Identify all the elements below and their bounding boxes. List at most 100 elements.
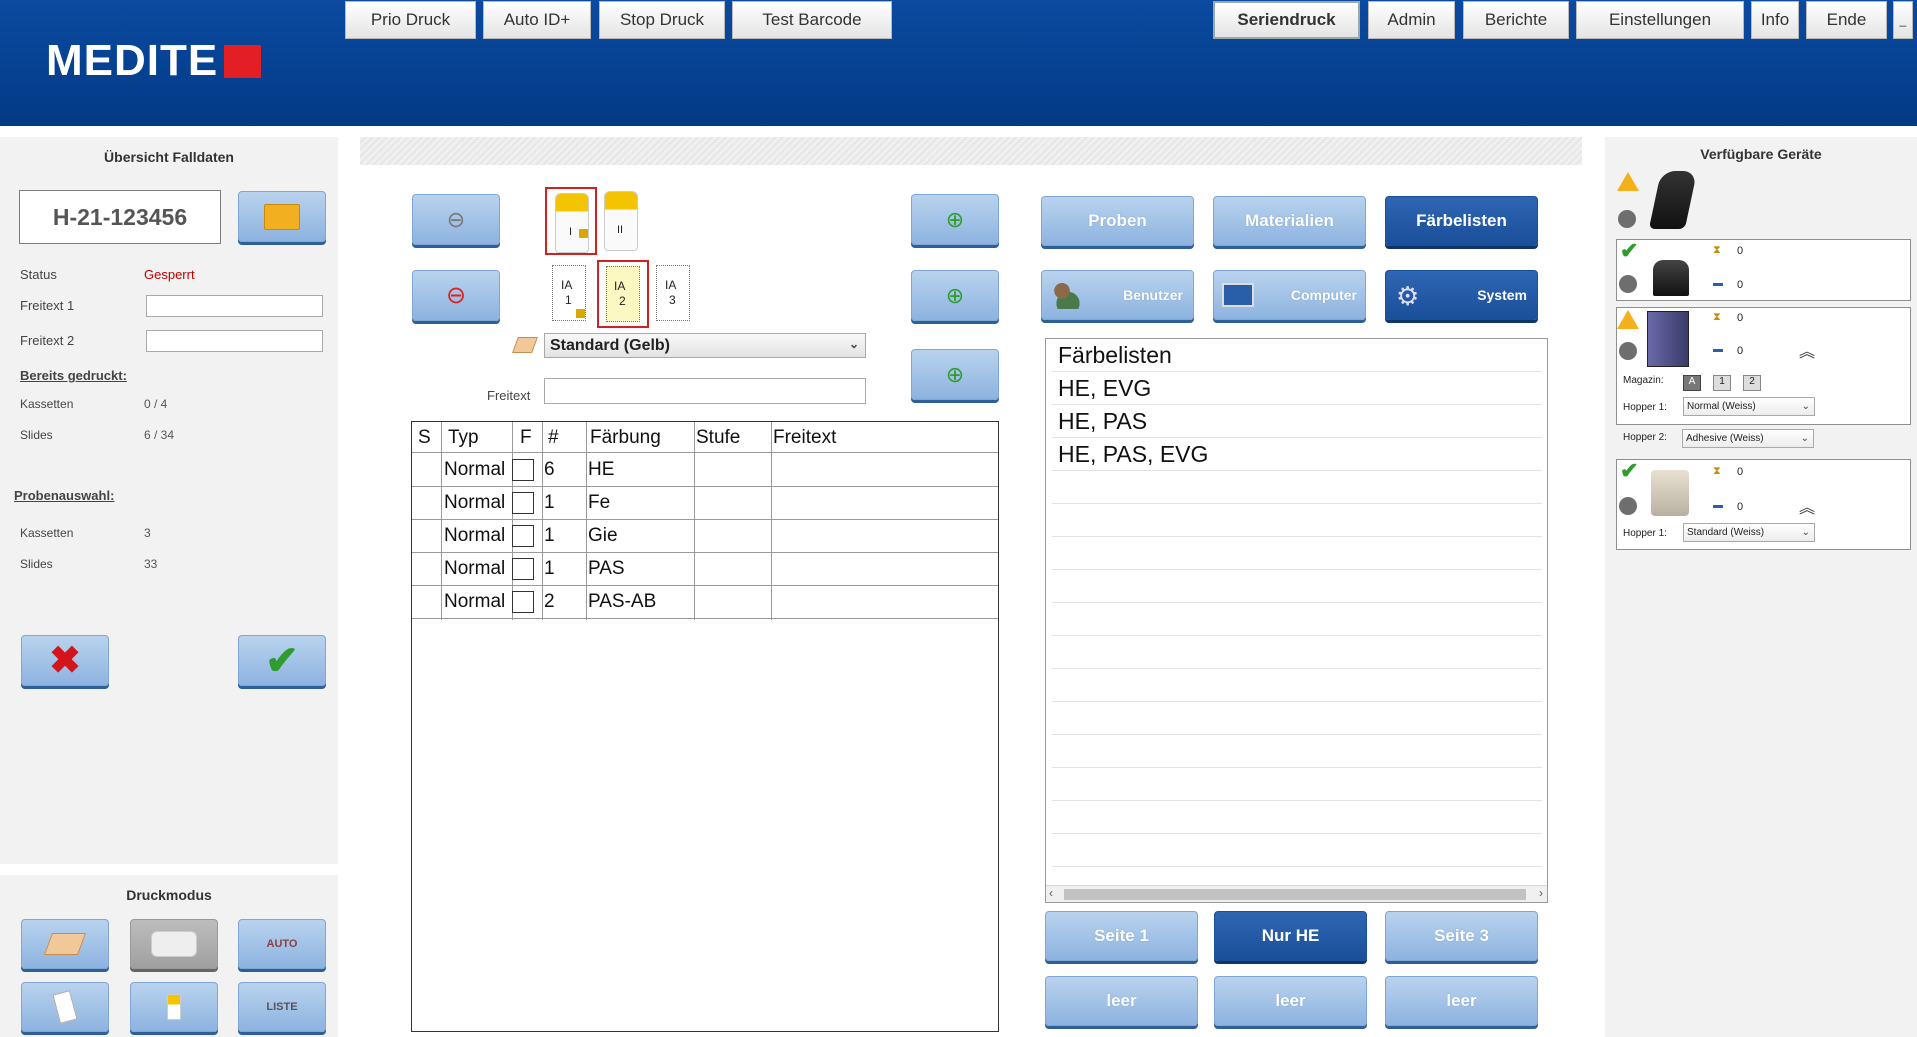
mode-liste-button[interactable]: LISTE xyxy=(238,982,326,1032)
row-f-checkbox[interactable] xyxy=(508,454,534,486)
scrollbar-thumb[interactable] xyxy=(1064,889,1526,900)
gear-icon[interactable] xyxy=(1619,497,1637,515)
device-box-2: ✔ ⧗ 0 ▬ 0 xyxy=(1616,238,1911,301)
test-barcode-button[interactable]: Test Barcode xyxy=(732,1,892,39)
slide-icon xyxy=(52,990,78,1024)
row-num: 6 xyxy=(544,459,555,480)
cancel-button[interactable]: ✖ xyxy=(21,635,109,686)
druckmodus-title: Druckmodus xyxy=(126,887,212,903)
seite3-button[interactable]: Seite 3 xyxy=(1385,911,1538,961)
seriendruck-button[interactable]: Seriendruck xyxy=(1213,1,1360,39)
gear-icon[interactable] xyxy=(1618,210,1636,228)
staining-table: S Typ F # Färbung Stufe Freitext Normal … xyxy=(411,421,999,1032)
checkbox[interactable] xyxy=(512,492,534,514)
scroll-left-icon[interactable]: ‹ xyxy=(1049,886,1053,900)
freitext1-input[interactable] xyxy=(146,295,323,317)
slide-printer-icon xyxy=(1651,470,1689,516)
nur-he-button[interactable]: Nur HE xyxy=(1214,911,1367,961)
berichte-button[interactable]: Berichte xyxy=(1463,1,1569,39)
tab-materialien[interactable]: Materialien xyxy=(1213,196,1366,246)
magazin-2-button[interactable]: 2 xyxy=(1743,375,1761,391)
container-icon xyxy=(555,193,589,253)
freitext2-input[interactable] xyxy=(146,330,323,352)
hopper1-select[interactable]: Standard (Weiss) ⌄ xyxy=(1683,523,1815,542)
checkbox[interactable] xyxy=(512,459,534,481)
tab-computer[interactable]: Computer xyxy=(1213,270,1366,320)
scroll-right-icon[interactable]: › xyxy=(1539,886,1543,900)
users-icon xyxy=(1050,281,1080,309)
table-row[interactable]: Normal 1 PAS xyxy=(412,553,998,586)
header-stufe: Stufe xyxy=(696,427,741,448)
row-f-checkbox[interactable] xyxy=(508,520,534,552)
prio-druck-button[interactable]: Prio Druck xyxy=(345,1,476,39)
slide-ia3[interactable]: IA 3 xyxy=(652,265,694,322)
admin-button[interactable]: Admin xyxy=(1368,1,1455,39)
cassette-color-select[interactable]: Standard (Gelb) ⌄ xyxy=(544,333,866,358)
table-row[interactable]: Normal 1 Gie xyxy=(412,520,998,553)
mode-cassette-button[interactable] xyxy=(21,919,109,969)
dev3-count1: 0 xyxy=(1737,312,1744,324)
freitext-input[interactable] xyxy=(544,378,866,404)
ok-check-icon: ✔ xyxy=(1620,458,1639,483)
tab-proben[interactable]: Proben xyxy=(1041,196,1194,246)
row-f-checkbox[interactable] xyxy=(508,487,534,519)
magazin-1-button[interactable]: 1 xyxy=(1713,375,1731,391)
tab-benutzer[interactable]: Benutzer xyxy=(1041,270,1194,320)
leer1-label: leer xyxy=(1106,991,1137,1010)
container-plus-icon: ⊕ xyxy=(945,206,965,232)
row-f-checkbox[interactable] xyxy=(508,586,534,618)
slide-ia1[interactable]: IA 1 xyxy=(548,265,590,322)
mode-container-button[interactable] xyxy=(130,982,218,1032)
auto-id-button[interactable]: Auto ID+ xyxy=(483,1,591,39)
gear-icon[interactable] xyxy=(1619,275,1637,293)
checkbox[interactable] xyxy=(512,591,534,613)
falldaten-title: Übersicht Falldaten xyxy=(104,149,234,165)
add-container-button[interactable]: ⊕ xyxy=(911,194,999,245)
leer-button-3[interactable]: leer xyxy=(1385,976,1538,1026)
hopper1-select[interactable]: Normal (Weiss) ⌄ xyxy=(1683,397,1815,416)
einstellungen-button[interactable]: Einstellungen xyxy=(1576,1,1744,39)
checkbox[interactable] xyxy=(512,525,534,547)
list-item[interactable]: HE, EVG xyxy=(1052,372,1542,405)
horizontal-scrollbar[interactable]: ‹ › xyxy=(1046,885,1547,902)
seite1-button[interactable]: Seite 1 xyxy=(1045,911,1198,961)
container-1-selected[interactable]: I xyxy=(545,187,597,255)
slide-ia1-line1: IA xyxy=(561,278,573,292)
chevron-up-icon[interactable]: ︽ xyxy=(1799,338,1815,362)
minimize-button[interactable]: _ xyxy=(1893,1,1913,39)
chevron-up-icon[interactable]: ︽ xyxy=(1799,494,1815,518)
gear-icon[interactable] xyxy=(1619,342,1637,360)
leer-button-1[interactable]: leer xyxy=(1045,976,1198,1026)
open-folder-button[interactable] xyxy=(238,191,326,242)
stop-druck-button[interactable]: Stop Druck xyxy=(599,1,725,39)
add-slide-button[interactable]: ⊕ xyxy=(911,349,999,400)
hopper2-select[interactable]: Adhesive (Weiss) ⌄ xyxy=(1682,429,1814,448)
container-2[interactable]: II xyxy=(600,187,646,255)
table-row[interactable]: Normal 2 PAS-AB xyxy=(412,586,998,619)
add-cassette-button[interactable]: ⊕ xyxy=(911,270,999,321)
checkbox[interactable] xyxy=(512,558,534,580)
slide-ia2-selected[interactable]: IA 2 xyxy=(597,260,649,328)
list-item[interactable]: HE, PAS xyxy=(1052,405,1542,438)
mode-label-roll-button[interactable] xyxy=(130,919,218,969)
hourglass-icon: ⧗ xyxy=(1713,465,1721,477)
info-button[interactable]: Info xyxy=(1751,1,1799,39)
dev2-count1: 0 xyxy=(1737,245,1744,257)
table-row[interactable]: Normal 1 Fe xyxy=(412,487,998,520)
ende-button[interactable]: Ende xyxy=(1806,1,1887,39)
case-id-field[interactable]: H-21-123456 xyxy=(19,190,221,244)
remove-cassette-button[interactable]: ⊖ xyxy=(412,270,500,321)
list-item[interactable]: HE, PAS, EVG xyxy=(1052,438,1542,471)
mode-auto-button[interactable]: AUTO xyxy=(238,919,326,969)
magazin-a-button[interactable]: A xyxy=(1683,375,1701,391)
list-item[interactable]: Färbelisten xyxy=(1052,339,1542,372)
tab-faerbelisten[interactable]: Färbelisten xyxy=(1385,196,1538,246)
row-f-checkbox[interactable] xyxy=(508,553,534,585)
leer-button-2[interactable]: leer xyxy=(1214,976,1367,1026)
tab-system[interactable]: ⚙ System xyxy=(1385,270,1538,320)
mode-slide-button[interactable] xyxy=(21,982,109,1032)
table-row[interactable]: Normal 6 HE xyxy=(412,454,998,487)
remove-container-button[interactable]: ⊖ xyxy=(412,194,500,245)
confirm-button[interactable]: ✔ xyxy=(238,635,326,686)
faerbelisten-list[interactable]: Färbelisten HE, EVG HE, PAS HE, PAS, EVG… xyxy=(1045,338,1548,903)
